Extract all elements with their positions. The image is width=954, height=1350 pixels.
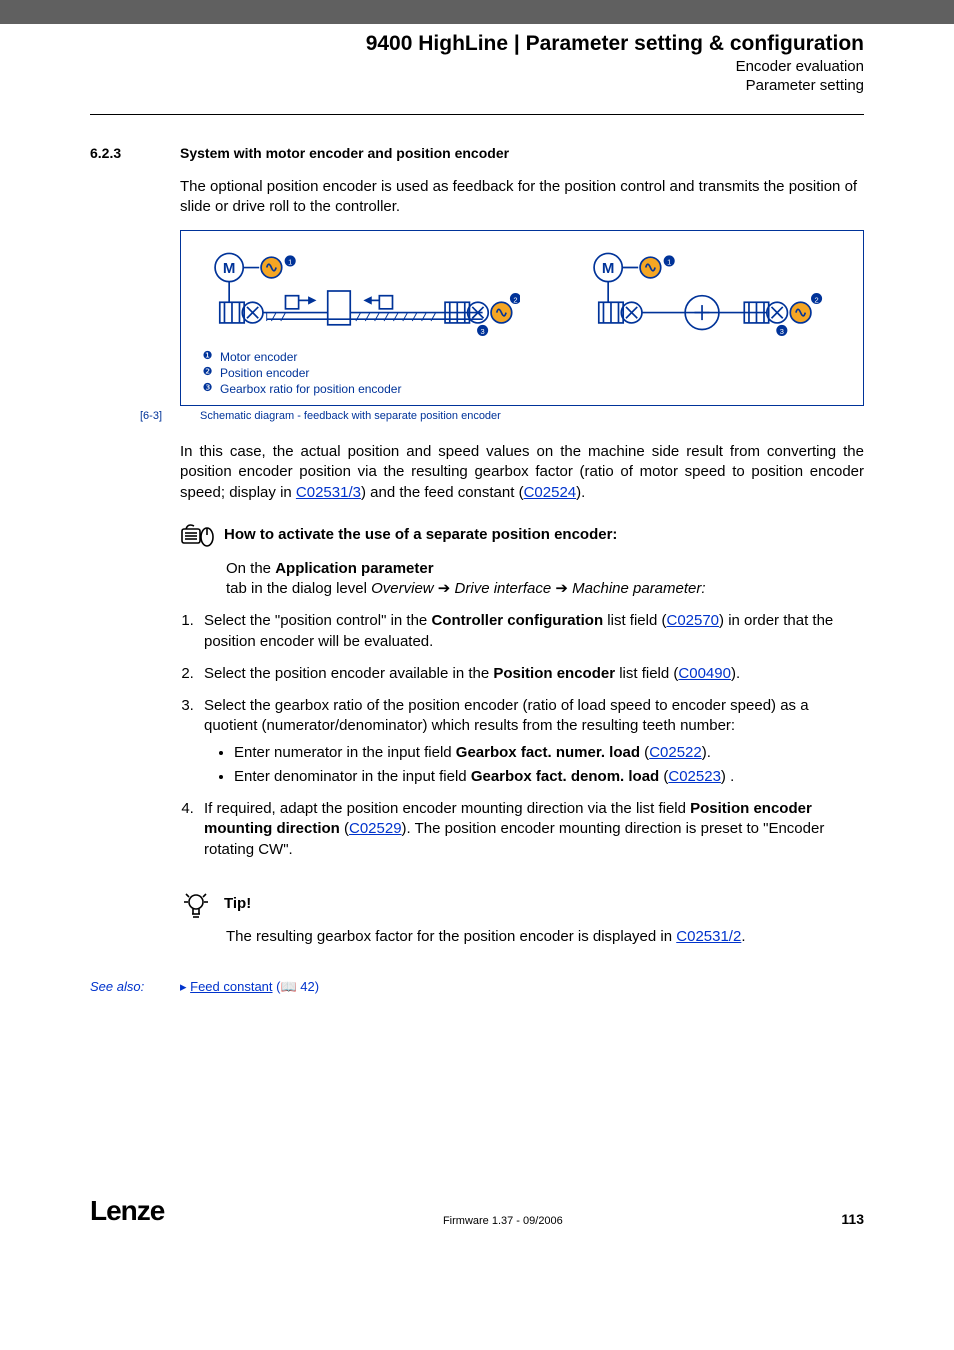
paragraph-2: In this case, the actual position and sp…: [180, 442, 864, 503]
see-also-link[interactable]: ▸ Feed constant (📖 42): [180, 979, 319, 995]
footer-firmware: Firmware 1.37 - 09/2006: [164, 1215, 841, 1227]
howto-title: How to activate the use of a separate po…: [224, 526, 617, 543]
section-heading: 6.2.3 System with motor encoder and posi…: [90, 145, 864, 161]
link-c02524[interactable]: C02524: [524, 484, 577, 501]
see-also: See also: ▸ Feed constant (📖 42): [90, 979, 864, 995]
top-bar: [0, 0, 954, 24]
steps-list: Select the "position control" in the Con…: [198, 611, 864, 860]
figure-box: M 1: [180, 230, 864, 407]
step-3-bullet-1: Enter numerator in the input field Gearb…: [234, 743, 864, 763]
step-3-bullets: Enter numerator in the input field Gearb…: [234, 743, 864, 788]
step-3-bullet-2: Enter denominator in the input field Gea…: [234, 767, 864, 787]
lightbulb-icon: [180, 888, 212, 920]
diagram-left-icon: M 1: [201, 241, 520, 341]
see-also-label: See also:: [90, 979, 180, 995]
figure-svgs: M 1: [201, 241, 843, 341]
figure-caption-text: Schematic diagram - feedback with separa…: [200, 410, 501, 422]
tip-label: Tip!: [224, 895, 251, 912]
link-c02529[interactable]: C02529: [349, 820, 402, 837]
step-3: Select the gearbox ratio of the position…: [198, 696, 864, 787]
section-title: System with motor encoder and position e…: [180, 145, 509, 161]
legend-3: Gearbox ratio for position encoder: [220, 381, 401, 397]
tip-body: The resulting gearbox factor for the pos…: [226, 928, 864, 945]
svg-text:M: M: [223, 260, 236, 277]
svg-text:1: 1: [288, 257, 292, 266]
section-number: 6.2.3: [90, 145, 180, 161]
svg-text:1: 1: [667, 257, 671, 266]
page-footer: Lenze Firmware 1.37 - 09/2006 113: [0, 1195, 954, 1267]
svg-text:2: 2: [513, 295, 517, 304]
header-sub2: Parameter setting: [0, 77, 864, 94]
figure-number: [6-3]: [140, 410, 180, 422]
step-2: Select the position encoder available in…: [198, 664, 864, 684]
step-4: If required, adapt the position encoder …: [198, 799, 864, 860]
content-area: 6.2.3 System with motor encoder and posi…: [0, 115, 954, 1015]
figure-block: M 1: [180, 230, 864, 407]
figure-legend: ❶Motor encoder ❷Position encoder ❸Gearbo…: [201, 349, 843, 398]
logo: Lenze: [90, 1195, 164, 1227]
svg-text:3: 3: [780, 327, 784, 336]
svg-text:M: M: [602, 260, 615, 277]
page-header: 9400 HighLine | Parameter setting & conf…: [0, 24, 954, 106]
legend-2: Position encoder: [220, 365, 309, 381]
link-c00490[interactable]: C00490: [678, 665, 731, 682]
figure-caption: [6-3] Schematic diagram - feedback with …: [140, 410, 864, 422]
header-title: 9400 HighLine | Parameter setting & conf…: [0, 32, 864, 56]
link-c02531-3[interactable]: C02531/3: [296, 484, 361, 501]
svg-text:3: 3: [481, 327, 485, 336]
link-c02522[interactable]: C02522: [649, 744, 702, 761]
header-sub1: Encoder evaluation: [0, 58, 864, 75]
svg-text:2: 2: [815, 295, 819, 304]
mouse-icon: [180, 521, 214, 549]
howto-block: How to activate the use of a separate po…: [180, 521, 864, 945]
diagram-right-icon: M 1 2 3: [580, 241, 843, 341]
link-c02523[interactable]: C02523: [668, 768, 721, 785]
howto-location: On the Application parameter tab in the …: [226, 559, 864, 600]
step-1: Select the "position control" in the Con…: [198, 611, 864, 652]
legend-1: Motor encoder: [220, 349, 297, 365]
link-c02531-2[interactable]: C02531/2: [676, 928, 741, 945]
link-c02570[interactable]: C02570: [666, 612, 719, 629]
intro-paragraph: The optional position encoder is used as…: [180, 177, 864, 218]
tip-heading: Tip!: [180, 888, 864, 920]
page-number: 113: [841, 1211, 864, 1227]
